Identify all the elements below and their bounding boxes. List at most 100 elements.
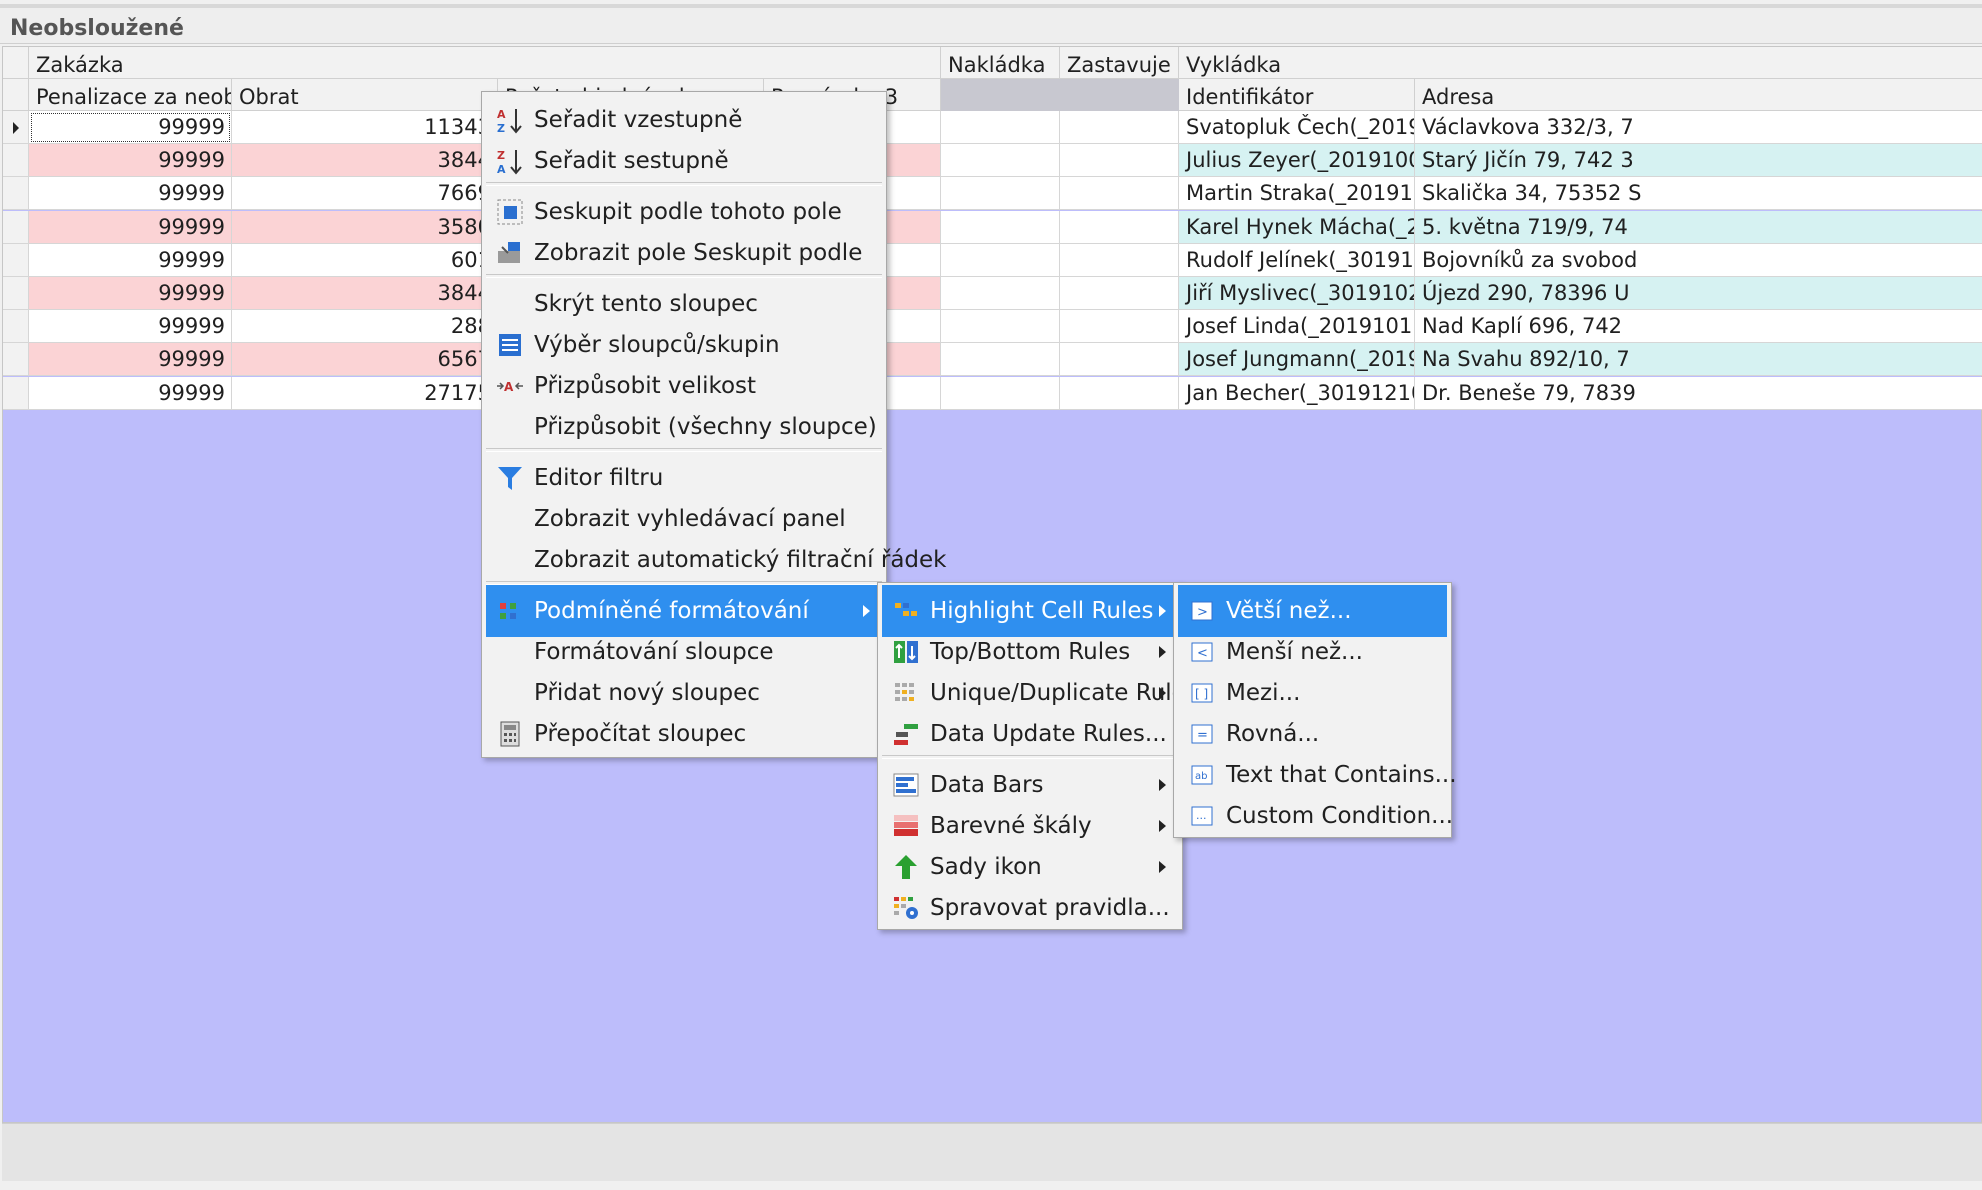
cell-identifikator[interactable]: Martin Straka(_2019121005) (1179, 177, 1415, 211)
cell-penalizace[interactable]: 99999 (29, 210, 232, 244)
cell-nakladka (941, 376, 1060, 410)
submenu-arrow-icon (1159, 779, 1166, 791)
band-header-vykladka[interactable]: Vykládka (1179, 47, 1982, 79)
cell-penalizace[interactable]: 99999 (29, 310, 232, 344)
cell-zastavuje (1060, 310, 1179, 344)
row-indicator (3, 210, 29, 244)
cell-adresa[interactable]: Václavkova 332/3, 7 (1415, 111, 1982, 144)
cell-adresa[interactable]: Starý Jičín 79, 742 3 (1415, 144, 1982, 178)
submenu-arrow-icon (863, 605, 870, 617)
submenu-arrow-icon (1159, 646, 1166, 658)
table-row[interactable]: 999993844 Jiří Myslivec(_3019102904)Újezd… (3, 277, 1982, 310)
cell-nakladka (941, 177, 1060, 211)
cell-zastavuje (1060, 243, 1179, 277)
cell-identifikator[interactable]: Karel Hynek Mácha(_20191... (1179, 210, 1415, 244)
svg-text:=: = (1197, 728, 1208, 743)
table-row[interactable]: 99999288 Josef Linda(_2019101105)Nad Kapl… (3, 310, 1982, 344)
cell-adresa[interactable]: 5. května 719/9, 74 (1415, 210, 1982, 244)
cell-obrat[interactable]: 3844 (232, 277, 498, 310)
conditional-formatting-icon (496, 597, 524, 625)
band-header-nakladka[interactable]: Nakládka (941, 47, 1060, 79)
best-fit-icon: A (496, 372, 524, 400)
cell-adresa[interactable]: Skalička 34, 75352 S (1415, 177, 1982, 211)
panel-title: Neobsloužené (10, 16, 184, 41)
cell-obrat[interactable]: 601 (232, 243, 498, 277)
color-scales-icon (892, 812, 920, 840)
menu-custom-condition[interactable]: ... Custom Condition... (1178, 790, 1453, 842)
menu-data-update-rules[interactable]: Data Update Rules... (882, 708, 1178, 760)
table-row[interactable]: 9999927175 Jan Becher(_3019121001)Dr. Ben… (3, 376, 1982, 410)
cell-penalizace[interactable]: 99999 (29, 277, 232, 310)
panel-title-bar: Neobsloužené (0, 4, 1982, 44)
cell-penalizace[interactable]: 99999 (29, 177, 232, 211)
cell-adresa[interactable]: Bojovníků za svobod (1415, 243, 1982, 277)
column-header-obrat[interactable]: Obrat (232, 79, 498, 111)
menu-sort-descending[interactable]: ZA Seřadit sestupně (486, 135, 882, 187)
table-row[interactable]: 99999601 Rudolf Jelínek(_3019102903)Bojov… (3, 243, 1982, 277)
cell-obrat[interactable]: 3844 (232, 144, 498, 178)
column-context-menu: AZ Seřadit vzestupně ZA Seřadit sestupně… (481, 91, 947, 760)
cell-identifikator[interactable]: Josef Linda(_2019101105) (1179, 310, 1415, 344)
svg-text:[ ]: [ ] (1195, 687, 1208, 701)
cell-zastavuje (1060, 111, 1179, 144)
submenu-arrow-icon (1159, 605, 1166, 617)
cell-identifikator[interactable]: Rudolf Jelínek(_3019102903) (1179, 243, 1415, 277)
column-header-penalizace[interactable]: Penalizace za neobslou... (29, 79, 232, 111)
less-than-icon: < (1188, 638, 1216, 666)
cell-obrat[interactable]: 6567 (232, 343, 498, 377)
table-row[interactable]: 999997669 Martin Straka(_2019121005)Skali… (3, 177, 1982, 211)
cell-identifikator[interactable]: Jiří Myslivec(_3019102904) (1179, 277, 1415, 310)
row-indicator (3, 144, 29, 178)
row-indicator (3, 111, 29, 144)
cell-identifikator[interactable]: Julius Zeyer(_2019100904) (1179, 144, 1415, 178)
table-row[interactable]: 9999911343 Svatopluk Čech(_2019100...Václ… (3, 111, 1982, 144)
menu-show-group-panel[interactable]: Zobrazit pole Seskupit podle (486, 227, 882, 279)
svg-text:A: A (497, 108, 506, 121)
cell-penalizace[interactable]: 99999 (29, 343, 232, 377)
cell-penalizace[interactable]: 99999 (29, 376, 232, 410)
cell-penalizace[interactable]: 99999 (29, 243, 232, 277)
column-header-adresa[interactable]: Adresa (1415, 79, 1982, 111)
cell-penalizace[interactable]: 99999 (29, 144, 232, 178)
menu-best-fit-all[interactable]: Přizpůsobit (všechny sloupce) (486, 401, 882, 453)
row-indicator (3, 310, 29, 344)
indicator-header (3, 79, 29, 111)
cell-adresa[interactable]: Dr. Beneše 79, 7839 (1415, 376, 1982, 410)
cell-adresa[interactable]: Na Svahu 892/10, 7 (1415, 343, 1982, 377)
table-row[interactable]: 999993844 Julius Zeyer(_2019100904)Starý … (3, 144, 1982, 178)
cell-identifikator[interactable]: Josef Jungmann(_2019101... (1179, 343, 1415, 377)
cell-zastavuje (1060, 376, 1179, 410)
table-row[interactable]: 999996567 Josef Jungmann(_2019101...Na Sv… (3, 343, 1982, 377)
cell-obrat[interactable]: 27175 (232, 376, 498, 410)
cell-obrat[interactable]: 288 (232, 310, 498, 344)
cell-zastavuje (1060, 277, 1179, 310)
cell-zastavuje (1060, 177, 1179, 211)
sort-descending-icon: ZA (496, 147, 524, 176)
group-by-icon (496, 198, 524, 226)
cell-nakladka (941, 111, 1060, 144)
cell-nakladka (941, 243, 1060, 277)
band-header-zastavuje[interactable]: Zastavuje s... (1060, 47, 1179, 79)
submenu-arrow-icon (1159, 820, 1166, 832)
row-indicator (3, 177, 29, 211)
cell-adresa[interactable]: Nad Kaplí 696, 742 (1415, 310, 1982, 344)
menu-manage-rules[interactable]: Spravovat pravidla... (882, 882, 1178, 934)
cell-identifikator[interactable]: Jan Becher(_3019121001) (1179, 376, 1415, 410)
table-row[interactable]: 999993580 Karel Hynek Mácha(_20191...5. k… (3, 210, 1982, 244)
cell-adresa[interactable]: Újezd 290, 78396 U (1415, 277, 1982, 310)
cell-obrat[interactable]: 7669 (232, 177, 498, 211)
svg-text:>: > (1197, 605, 1208, 620)
cell-zastavuje (1060, 343, 1179, 377)
cell-obrat[interactable]: 11343 (232, 111, 498, 144)
cell-identifikator[interactable]: Svatopluk Čech(_2019100... (1179, 111, 1415, 144)
calculator-icon (496, 720, 524, 748)
menu-recalculate-column[interactable]: Přepočítat sloupec (486, 708, 882, 760)
band-header-zakazka[interactable]: Zakázka (29, 47, 941, 79)
cell-penalizace[interactable]: 99999 (29, 111, 232, 144)
column-header-identifikator[interactable]: Identifikátor (1179, 79, 1415, 111)
conditional-formatting-submenu: Highlight Cell Rules Top/Bottom Rules Un… (877, 582, 1198, 930)
cell-obrat[interactable]: 3580 (232, 210, 498, 244)
menu-show-auto-filter-row[interactable]: Zobrazit automatický filtrační řádek (486, 534, 947, 586)
svg-text:Z: Z (497, 149, 505, 162)
group-panel-icon (496, 239, 524, 267)
